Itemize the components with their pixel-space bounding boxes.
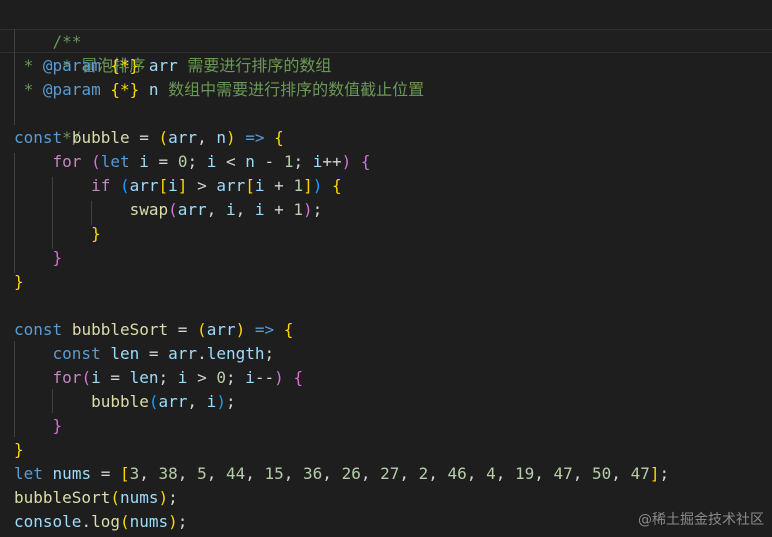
- property: length: [206, 344, 265, 363]
- number: 0: [177, 152, 188, 171]
- jsdoc-type: {*}: [100, 56, 149, 75]
- code-line: const bubbleSort = (arr) => {: [14, 320, 294, 339]
- array-element: 15: [264, 464, 284, 483]
- keyword-let: let: [100, 152, 130, 171]
- code-line: for(i = len; i > 0; i--) {: [52, 368, 304, 387]
- jsdoc-tag: @param: [42, 56, 101, 75]
- array-element: 5: [197, 464, 207, 483]
- keyword-for: for: [52, 152, 82, 171]
- variable: i: [312, 152, 323, 171]
- array-literal: 3, 38, 5, 44, 15, 36, 26, 27, 2, 46, 4, …: [129, 464, 650, 483]
- keyword-for: for: [52, 368, 82, 387]
- jsdoc-tag: @param: [42, 80, 101, 99]
- code-line: * 冒泡排序: [14, 30, 145, 75]
- number: 1: [293, 176, 304, 195]
- code-line: }: [14, 272, 24, 291]
- array-element: 4: [486, 464, 496, 483]
- watermark: @稀土掘金技术社区: [638, 512, 764, 528]
- code-line: }: [52, 416, 63, 435]
- variable: nums: [119, 488, 159, 507]
- keyword-if: if: [91, 176, 111, 195]
- keyword-let: let: [14, 464, 43, 483]
- code-line: let nums = [3, 38, 5, 44, 15, 36, 26, 27…: [14, 464, 670, 483]
- function-call-bubbleSort: bubbleSort: [14, 488, 111, 507]
- code-line: }: [14, 440, 24, 459]
- array-element: 36: [303, 464, 323, 483]
- variable: arr: [177, 200, 207, 219]
- jsdoc-param-name: arr: [148, 56, 178, 75]
- variable: nums: [52, 464, 92, 483]
- array-element: 38: [158, 464, 178, 483]
- code-line: const len = arr.length;: [52, 344, 275, 363]
- array-element: 44: [225, 464, 246, 483]
- jsdoc-param-name: n: [148, 80, 159, 99]
- param: arr: [206, 320, 236, 339]
- method-log: log: [91, 512, 120, 531]
- variable-console: console: [14, 512, 82, 531]
- code-line: if (arr[i] > arr[i + 1]) {: [91, 176, 342, 195]
- code-line: const bubble = (arr, n) => {: [14, 128, 284, 147]
- function-name: bubble: [71, 128, 130, 147]
- function-call-bubble: bubble: [91, 392, 149, 411]
- keyword-const: const: [14, 320, 63, 339]
- variable: arr: [158, 392, 188, 411]
- jsdoc-param-desc: 数组中需要进行排序的数值截止位置: [158, 80, 425, 99]
- code-line: /**: [14, 6, 82, 51]
- code-editor[interactable]: /** * 冒泡排序 * @param {*} arr 需要进行排序的数组 * …: [0, 0, 772, 537]
- array-element: 47: [553, 464, 573, 483]
- function-name: bubbleSort: [71, 320, 169, 339]
- array-element: 27: [380, 464, 400, 483]
- variable: len: [110, 344, 140, 363]
- code-line: }: [52, 248, 63, 267]
- array-element: 47: [630, 464, 650, 483]
- variable: n: [245, 152, 255, 171]
- number: 1: [283, 152, 294, 171]
- code-line: * @param {*} arr 需要进行排序的数组: [14, 54, 332, 78]
- code-line: bubble(arr, i);: [91, 392, 236, 411]
- variable: arr: [129, 176, 159, 195]
- code-line: * @param {*} n 数组中需要进行排序的数值截止位置: [14, 78, 425, 102]
- array-element: 19: [514, 464, 535, 483]
- variable: arr: [168, 344, 198, 363]
- variable: i: [254, 200, 265, 219]
- code-line: bubbleSort(nums);: [14, 488, 178, 507]
- array-element: 50: [592, 464, 612, 483]
- keyword-const: const: [52, 344, 101, 363]
- variable: i: [139, 152, 149, 171]
- variable: i: [254, 176, 265, 195]
- jsdoc-param-desc: 需要进行排序的数组: [177, 56, 332, 75]
- array-element: 46: [447, 464, 467, 483]
- param: arr: [168, 128, 198, 147]
- function-call-swap: swap: [129, 200, 169, 219]
- code-line: console.log(nums);: [14, 512, 188, 531]
- comment-star: *: [14, 56, 43, 75]
- comment-star: *: [14, 80, 43, 99]
- code-line: swap(arr, i, i + 1);: [129, 200, 323, 219]
- variable: i: [168, 176, 178, 195]
- array-element: 26: [341, 464, 361, 483]
- number: 0: [216, 368, 226, 387]
- param: n: [216, 128, 226, 147]
- variable: arr: [216, 176, 246, 195]
- code-line: */: [14, 102, 81, 147]
- code-line: }: [91, 224, 101, 243]
- keyword-const: const: [14, 128, 63, 147]
- variable: i: [206, 152, 217, 171]
- variable: nums: [129, 512, 169, 531]
- jsdoc-type: {*}: [100, 80, 149, 99]
- code-line: for (let i = 0; i < n - 1; i++) {: [52, 152, 371, 171]
- array-element: 2: [418, 464, 429, 483]
- variable: i: [225, 200, 236, 219]
- variable: len: [129, 368, 159, 387]
- number: 1: [293, 200, 304, 219]
- array-element: 3: [129, 464, 140, 483]
